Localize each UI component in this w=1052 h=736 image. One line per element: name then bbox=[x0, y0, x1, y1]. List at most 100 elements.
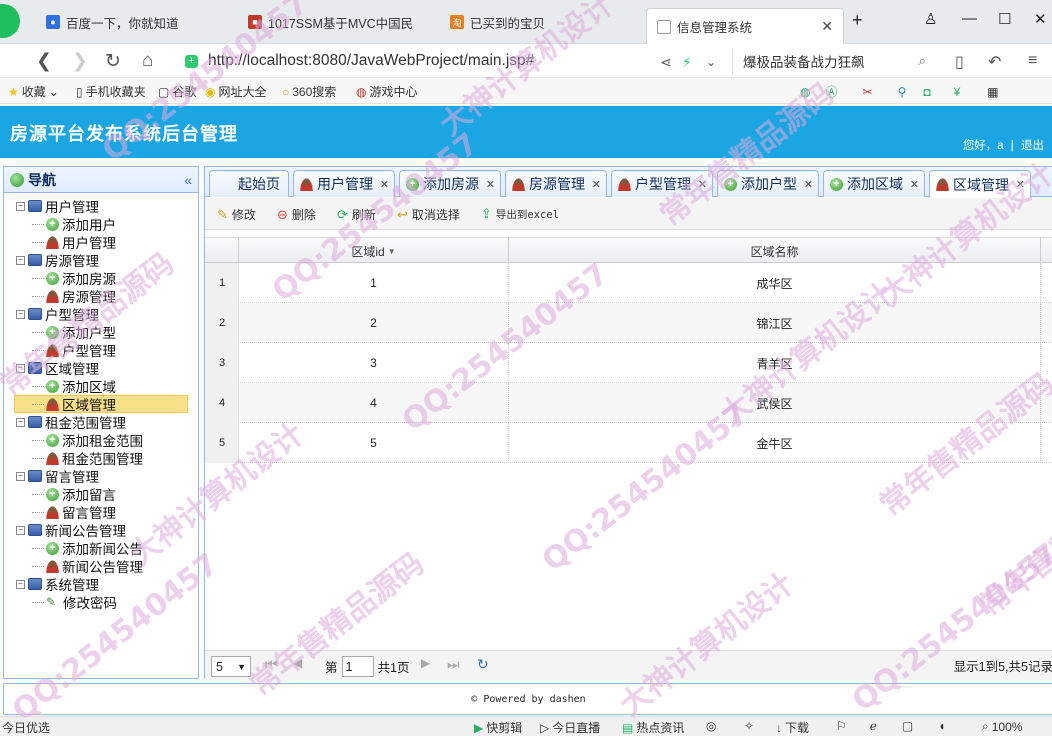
status-compass[interactable]: ◎ bbox=[706, 719, 719, 733]
collapse-toggle-icon[interactable]: − bbox=[16, 255, 25, 265]
last-page-icon[interactable]: ⏭ bbox=[447, 656, 460, 673]
nav-item[interactable]: 留言管理 bbox=[32, 503, 116, 521]
refresh-button[interactable]: ⟳ 刷新 bbox=[337, 206, 376, 223]
extension-icons[interactable]: ◍ Ⓐ ✂ ⚲ ◘ ¥ ▦ bbox=[800, 83, 1002, 100]
pause-icon[interactable]: ◍ bbox=[800, 85, 810, 99]
nav-group[interactable]: − 区域管理 bbox=[16, 359, 99, 377]
zoom-level[interactable]: ⌕ 100% bbox=[982, 719, 1022, 734]
column-header-area-id[interactable]: 区域id ▼ bbox=[239, 238, 509, 264]
collapse-toggle-icon[interactable]: − bbox=[16, 363, 25, 373]
delete-button[interactable]: ⊖ 删除 bbox=[277, 206, 316, 223]
scissors-icon[interactable]: ✂ bbox=[863, 85, 873, 99]
content-tab[interactable]: 户型管理 ✕ bbox=[611, 170, 713, 197]
table-row[interactable]: 4 4 武侯区 bbox=[205, 383, 1052, 423]
nav-item[interactable]: 新闻公告管理 bbox=[32, 557, 143, 575]
grid-icon[interactable]: ▦ bbox=[987, 85, 998, 99]
status-quick-clip[interactable]: ▶ 快剪辑 bbox=[474, 719, 522, 736]
close-tab-icon[interactable]: ✕ bbox=[1016, 178, 1025, 191]
minimize-button[interactable]: — bbox=[962, 10, 977, 27]
gamepad-icon[interactable]: ◘ bbox=[923, 85, 930, 99]
nav-item[interactable]: + 添加租金范围 bbox=[32, 431, 143, 449]
table-row[interactable]: 5 5 金牛区 bbox=[205, 423, 1052, 463]
nav-item[interactable]: 房源管理 bbox=[32, 287, 116, 305]
status-pin[interactable]: ✧ bbox=[744, 719, 757, 733]
column-header-area-name[interactable]: 区域名称 bbox=[509, 238, 1041, 264]
content-tab[interactable]: + 添加户型 ✕ bbox=[717, 170, 819, 197]
status-icons[interactable]: ⚐ ℯ ▢ ◖ bbox=[836, 719, 948, 733]
nav-group[interactable]: − 系统管理 bbox=[16, 575, 99, 593]
close-tab-icon[interactable]: ✕ bbox=[910, 178, 919, 191]
nav-item[interactable]: 用户管理 bbox=[32, 233, 116, 251]
table-row[interactable]: 3 3 青羊区 bbox=[205, 343, 1052, 383]
maximize-button[interactable]: ☐ bbox=[998, 10, 1011, 28]
new-tab-button[interactable]: + bbox=[852, 10, 863, 31]
bookmark-360[interactable]: ○ 360搜索 bbox=[282, 83, 336, 100]
bookmark-games[interactable]: ◍ 游戏中心 bbox=[356, 83, 418, 100]
menu-icon[interactable]: ≡ bbox=[1028, 52, 1037, 70]
nav-item[interactable]: 区域管理 bbox=[14, 395, 188, 413]
content-tab[interactable]: 区域管理 ✕ bbox=[929, 170, 1031, 198]
browser-tab-baidu[interactable]: ● 百度一下，你就知道 bbox=[46, 8, 236, 36]
content-tab[interactable]: 起始页 bbox=[209, 170, 289, 197]
url-field[interactable]: + http://localhost:8080/JavaWebProject/m… bbox=[185, 48, 730, 74]
content-tab[interactable]: + 添加房源 ✕ bbox=[399, 170, 501, 197]
nav-group[interactable]: − 房源管理 bbox=[16, 251, 99, 269]
translate-icon[interactable]: Ⓐ bbox=[825, 83, 837, 100]
page-size-select[interactable]: 5 ▼ bbox=[211, 656, 251, 677]
collapse-toggle-icon[interactable]: − bbox=[16, 417, 25, 427]
bookmark-mobile[interactable]: ▯ 手机收藏夹 bbox=[76, 83, 146, 100]
nav-item[interactable]: 户型管理 bbox=[32, 341, 116, 359]
share-icon[interactable]: ⋖ bbox=[660, 54, 672, 71]
nav-item[interactable]: + 添加新闻公告 bbox=[32, 539, 143, 557]
lightning-icon[interactable]: ⚡ bbox=[682, 54, 692, 71]
collapse-toggle-icon[interactable]: − bbox=[16, 471, 25, 481]
bookmark-google[interactable]: ▢ 谷歌 bbox=[158, 83, 196, 100]
nav-item[interactable]: ✎ 修改密码 bbox=[32, 593, 117, 611]
prev-page-icon[interactable]: ◀ bbox=[293, 656, 302, 670]
first-page-icon[interactable]: ⏮ bbox=[265, 656, 278, 673]
nav-item[interactable]: + 添加留言 bbox=[32, 485, 116, 503]
reload-icon[interactable]: ↻ bbox=[105, 50, 121, 73]
undo-icon[interactable]: ↶ bbox=[988, 52, 1001, 72]
reading-icon[interactable]: ▯ bbox=[955, 52, 964, 72]
close-tab-icon[interactable]: ✕ bbox=[804, 178, 813, 191]
nav-item[interactable]: + 添加房源 bbox=[32, 269, 116, 287]
search-icon[interactable]: ⌕ bbox=[918, 53, 926, 69]
next-page-icon[interactable]: ▶ bbox=[421, 656, 430, 670]
bookmark-favorites[interactable]: ★ 收藏 ⌄ bbox=[8, 83, 62, 100]
content-tab[interactable]: + 添加区域 ✕ bbox=[823, 170, 925, 197]
status-live[interactable]: ▷ 今日直播 bbox=[540, 719, 600, 736]
export-button[interactable]: ⇪ 导出到excel bbox=[481, 206, 559, 222]
forward-icon[interactable]: ❯ bbox=[72, 50, 88, 73]
magnifier-icon[interactable]: ⚲ bbox=[898, 85, 907, 99]
collapse-toggle-icon[interactable]: − bbox=[16, 309, 25, 319]
nav-group[interactable]: − 户型管理 bbox=[16, 305, 99, 323]
collapse-toggle-icon[interactable]: − bbox=[16, 579, 25, 589]
browser-tab-taobao[interactable]: 淘 已买到的宝贝 bbox=[450, 8, 640, 36]
nav-group[interactable]: − 租金范围管理 bbox=[16, 413, 126, 431]
status-download[interactable]: ↓ 下载 bbox=[776, 719, 809, 736]
table-row[interactable]: 1 1 成华区 bbox=[205, 263, 1052, 303]
content-tab[interactable]: 用户管理 ✕ bbox=[293, 170, 395, 197]
collapse-toggle-icon[interactable]: − bbox=[16, 201, 25, 211]
logout-link[interactable]: 退出 bbox=[1021, 140, 1044, 152]
shirt-skin-icon[interactable]: ♙ bbox=[924, 10, 937, 28]
close-tab-icon[interactable]: ✕ bbox=[821, 18, 833, 35]
home-icon[interactable]: ⌂ bbox=[142, 50, 153, 72]
close-tab-icon[interactable]: ✕ bbox=[698, 178, 707, 191]
edit-button[interactable]: ✎ 修改 bbox=[217, 206, 256, 223]
nav-group[interactable]: − 新闻公告管理 bbox=[16, 521, 126, 539]
close-tab-icon[interactable]: ✕ bbox=[380, 178, 389, 191]
back-icon[interactable]: ❮ bbox=[36, 50, 52, 73]
chevron-down-icon[interactable]: ⌄ bbox=[706, 55, 716, 69]
content-tab[interactable]: 房源管理 ✕ bbox=[505, 170, 607, 197]
collapse-toggle-icon[interactable]: − bbox=[16, 525, 25, 535]
bookmark-sites[interactable]: ◉ 网址大全 bbox=[205, 83, 267, 100]
collapse-icon[interactable]: « bbox=[184, 172, 192, 188]
nav-group[interactable]: − 留言管理 bbox=[16, 467, 99, 485]
close-tab-icon[interactable]: ✕ bbox=[486, 178, 495, 191]
nav-item[interactable]: + 添加区域 bbox=[32, 377, 116, 395]
search-field[interactable]: 爆极品装备战力狂飙 ⌕ bbox=[732, 48, 932, 74]
nav-item[interactable]: + 添加用户 bbox=[32, 215, 116, 233]
nav-group[interactable]: − 用户管理 bbox=[16, 197, 99, 215]
